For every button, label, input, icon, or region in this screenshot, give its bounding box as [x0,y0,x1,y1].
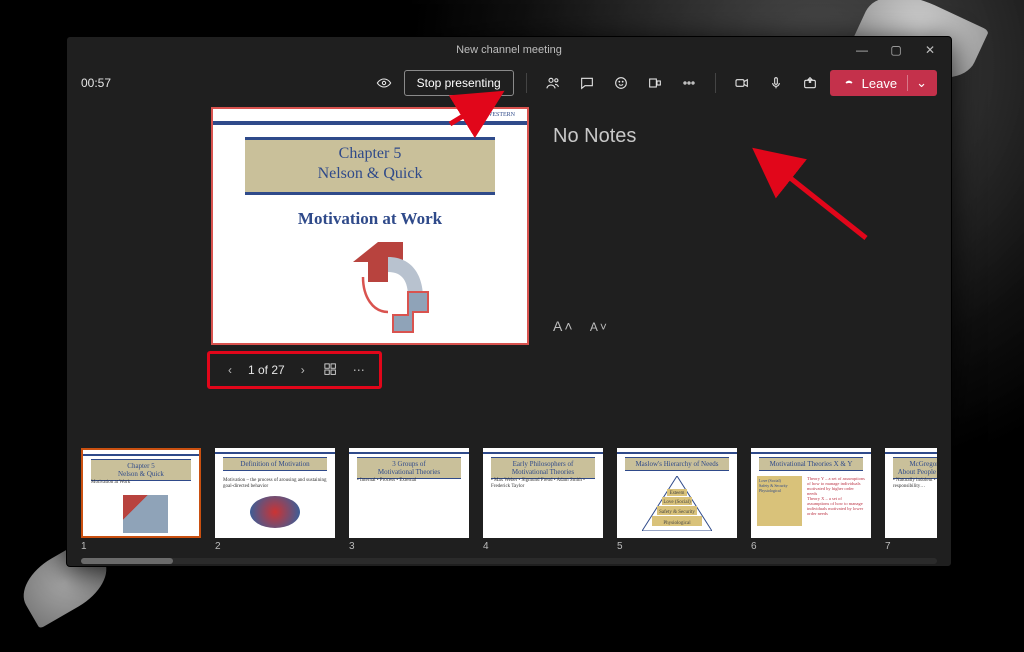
svg-text:Esteem: Esteem [670,491,685,496]
notes-font-controls: A˄ A˅ [553,318,937,334]
thumbnail-slide[interactable]: 3 Groups ofMotivational Theories • Inter… [349,448,469,552]
prev-slide-button[interactable]: ‹ [220,360,240,380]
mic-icon[interactable] [762,69,790,97]
thumbnail-scrollbar[interactable] [81,558,937,564]
slide-nav-strip: ‹ 1 of 27 › ⋯ [207,351,382,389]
meeting-toolbar: 00:57 Stop presenting [67,63,951,103]
thumbnail-number: 6 [751,541,871,552]
thumbnail-slide[interactable]: Chapter 5Nelson & Quick Motivation at Wo… [81,448,201,552]
slide-title: Motivation at Work [213,209,527,229]
thumbnail-slide[interactable]: McGregor's AssumptionsAbout People Based… [885,448,937,552]
thumbnail-number: 3 [349,541,469,552]
window-title: New channel meeting [456,44,562,56]
window-controls: — ▢ ✕ [845,37,947,63]
svg-text:Love (Social): Love (Social) [663,500,691,505]
thumbnail-number: 4 [483,541,603,552]
no-notes-label: No Notes [553,125,937,148]
next-slide-button[interactable]: › [293,360,313,380]
thumbnail-slide[interactable]: Early Philosophers ofMotivational Theori… [483,448,603,552]
current-slide-pane: SOUTH-WESTERN Chapter 5 Nelson & Quick M… [81,103,529,442]
camera-icon[interactable] [728,69,756,97]
chat-icon[interactable] [573,69,601,97]
minimize-button[interactable]: — [845,37,879,63]
slide-logo: SOUTH-WESTERN [465,112,515,118]
thumbnail-number: 1 [81,541,201,552]
leave-button[interactable]: Leave ⌄ [830,70,937,96]
thumbnail-number: 2 [215,541,335,552]
leave-label: Leave [862,76,897,91]
scrollbar-handle[interactable] [81,558,173,564]
chapter-line-1: Chapter 5 [245,144,495,164]
thumbnail-number: 5 [617,541,737,552]
meeting-window: New channel meeting — ▢ ✕ 00:57 Stop pre… [66,36,952,567]
toolbar-divider [715,73,716,93]
thumbnail-slide[interactable]: Motivational Theories X & Y Love (Social… [751,448,871,552]
svg-text:Safety & Security: Safety & Security [659,510,695,515]
participants-icon[interactable] [539,69,567,97]
call-timer: 00:57 [81,76,111,90]
thumbnail-slide[interactable]: Definition of Motivation Motivation – th… [215,448,335,552]
slide-counter: 1 of 27 [248,363,285,377]
titlebar: New channel meeting — ▢ ✕ [67,37,951,63]
toolbar-divider [526,73,527,93]
notes-pane: No Notes A˄ A˅ [553,103,937,442]
chevron-down-icon: ⌄ [907,75,927,91]
stop-presenting-button[interactable]: Stop presenting [404,70,514,96]
breakout-rooms-icon[interactable] [641,69,669,97]
more-actions-icon[interactable] [675,69,703,97]
grid-view-icon[interactable] [321,360,341,380]
maximize-button[interactable]: ▢ [879,37,913,63]
close-button[interactable]: ✕ [913,37,947,63]
current-slide[interactable]: SOUTH-WESTERN Chapter 5 Nelson & Quick M… [211,107,529,345]
slide-art-icon [333,237,453,337]
more-options-icon[interactable]: ⋯ [349,360,369,380]
thumbnail-number: 7 [885,541,937,552]
private-view-icon[interactable] [370,69,398,97]
slide-chapter-box: Chapter 5 Nelson & Quick [245,137,495,195]
chapter-line-2: Nelson & Quick [245,164,495,184]
thumbnail-slide[interactable]: Maslow's Hierarchy of Needs Physiologica… [617,448,737,552]
font-decrease-button[interactable]: A˅ [590,320,609,334]
font-increase-button[interactable]: A˄ [553,318,575,334]
thumbnail-strip: Chapter 5Nelson & Quick Motivation at Wo… [67,448,951,566]
svg-text:Physiological: Physiological [663,521,691,526]
reactions-icon[interactable] [607,69,635,97]
share-icon[interactable] [796,69,824,97]
presenter-view: SOUTH-WESTERN Chapter 5 Nelson & Quick M… [67,103,951,448]
